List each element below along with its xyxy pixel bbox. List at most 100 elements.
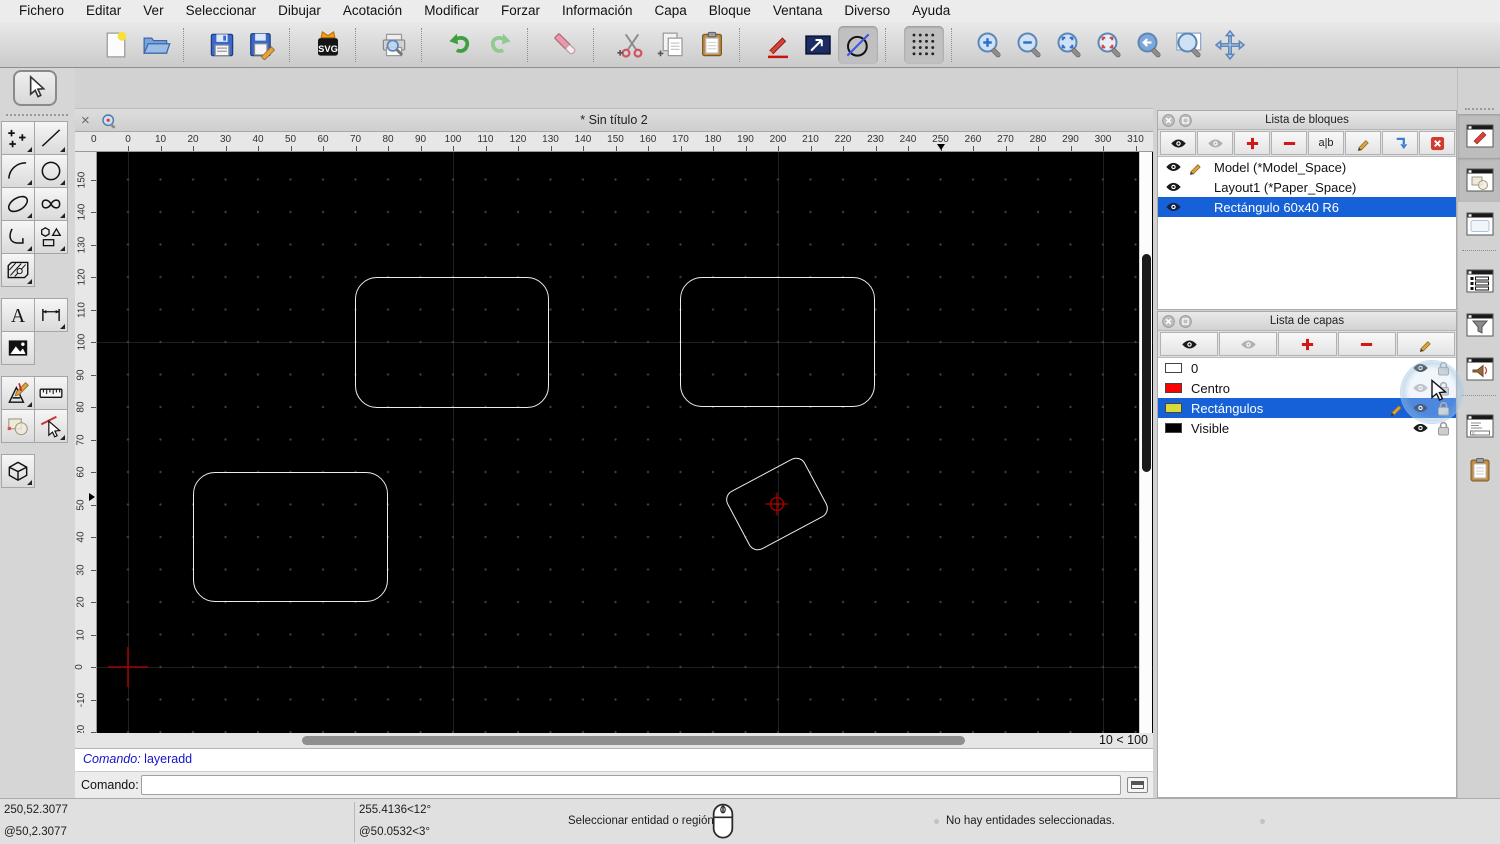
toolbar-button-svg-export[interactable]: SVG <box>308 26 348 64</box>
toolbar-button-zoom-out[interactable] <box>1010 26 1050 64</box>
add-layer-button[interactable] <box>1278 332 1337 356</box>
vertical-scrollbar-thumb[interactable] <box>1142 254 1151 472</box>
dock-toggle-speaker-window[interactable] <box>1458 347 1500 391</box>
menu-item-ver[interactable]: Ver <box>132 0 174 22</box>
entity-rounded-rectangle[interactable] <box>680 277 875 407</box>
command-input[interactable] <box>141 775 1121 795</box>
menu-item-ventana[interactable]: Ventana <box>762 0 834 22</box>
toolbar-button-grid-toggle[interactable] <box>904 25 944 64</box>
palette-tool-viewport-3d[interactable] <box>1 454 35 488</box>
palette-tool-polyline[interactable] <box>1 220 35 254</box>
dock-toggle-shapes-window[interactable] <box>1458 158 1500 202</box>
menu-item-seleccionar[interactable]: Seleccionar <box>175 0 268 22</box>
toolbar-button-zoom-in[interactable] <box>970 26 1010 64</box>
entity-rounded-rectangle[interactable] <box>193 472 388 602</box>
toolbar-button-pen-edit[interactable] <box>758 26 798 64</box>
palette-tool-text[interactable]: A <box>1 298 35 332</box>
menu-item-forzar[interactable]: Forzar <box>490 0 551 22</box>
layer-list-item[interactable]: Centro <box>1158 378 1456 398</box>
eye-icon[interactable] <box>1412 362 1429 375</box>
vertical-scrollbar[interactable] <box>1139 152 1152 733</box>
toolbar-button-new-document[interactable] <box>96 26 136 64</box>
palette-tool-points[interactable] <box>1 121 35 155</box>
eye-off-icon[interactable] <box>1412 382 1429 395</box>
toolbar-button-zoom-window[interactable] <box>1170 26 1210 64</box>
drawing-canvas[interactable] <box>97 152 1153 733</box>
menu-item-diverso[interactable]: Diverso <box>833 0 901 22</box>
layer-list-item[interactable]: Visible <box>1158 418 1456 438</box>
toolbar-button-zoom-previous[interactable] <box>1130 26 1170 64</box>
toolbar-button-save-as[interactable] <box>242 26 282 64</box>
selection-tool-button[interactable] <box>13 70 57 106</box>
menu-item-bloque[interactable]: Bloque <box>698 0 762 22</box>
command-options-button[interactable] <box>1127 777 1148 793</box>
layer-list-item[interactable]: Rectángulos <box>1158 398 1456 418</box>
dock-toggle-filter-window[interactable] <box>1458 303 1500 347</box>
lock-icon[interactable] <box>1437 421 1450 436</box>
menu-item-fichero[interactable]: Fichero <box>8 0 75 22</box>
lock-icon[interactable] <box>1437 401 1450 416</box>
block-list-item[interactable]: Rectángulo 60x40 R6 <box>1158 197 1456 217</box>
palette-tool-spline[interactable] <box>34 187 68 221</box>
horizontal-scrollbar-thumb[interactable] <box>302 736 965 745</box>
palette-tool-polygon[interactable] <box>34 220 68 254</box>
toolbar-button-selection-pointer[interactable] <box>798 26 838 64</box>
palette-tool-dimension[interactable] <box>34 298 68 332</box>
toolbar-button-open-file[interactable] <box>136 26 176 64</box>
menu-item-modificar[interactable]: Modificar <box>413 0 490 22</box>
dock-toggle-clipboard-window[interactable] <box>1458 448 1500 492</box>
dock-toggle-list-window[interactable] <box>1458 259 1500 303</box>
edit-block-button[interactable] <box>1345 131 1381 155</box>
menu-item-acotacion[interactable]: Acotación <box>332 0 413 22</box>
palette-tool-modify-tools[interactable] <box>1 376 35 410</box>
toolbar-button-paste[interactable] <box>692 26 732 64</box>
edit-layer-button[interactable] <box>1396 332 1456 356</box>
add-block-button[interactable] <box>1234 131 1270 155</box>
palette-tool-line[interactable] <box>34 121 68 155</box>
menu-item-editar[interactable]: Editar <box>75 0 132 22</box>
menu-item-capa[interactable]: Capa <box>644 0 698 22</box>
toolbar-button-copy[interactable] <box>652 26 692 64</box>
palette-tool-block-edit[interactable] <box>1 409 35 443</box>
block-list-item[interactable]: Model (*Model_Space) <box>1158 157 1456 177</box>
toolbar-button-draft-mode[interactable] <box>838 25 878 64</box>
palette-tool-image[interactable] <box>1 331 35 365</box>
toolbar-button-cut[interactable] <box>612 26 652 64</box>
palette-tool-ellipse[interactable] <box>1 187 35 221</box>
palette-tool-measure[interactable] <box>34 376 68 410</box>
rename-block-button[interactable]: a|b <box>1308 131 1344 155</box>
entity-rounded-rectangle[interactable] <box>355 277 549 408</box>
eye-icon[interactable] <box>1165 181 1182 194</box>
palette-tool-circle[interactable] <box>34 154 68 188</box>
insert-block-button[interactable] <box>1382 131 1418 155</box>
toolbar-button-print-preview[interactable] <box>374 26 414 64</box>
toolbar-button-zoom-selection[interactable] <box>1090 26 1130 64</box>
show-all-layers-button[interactable] <box>1160 332 1219 356</box>
layer-list-item[interactable]: 0 <box>1158 358 1456 378</box>
menu-item-ayuda[interactable]: Ayuda <box>901 0 961 22</box>
dock-toggle-pen-window[interactable] <box>1458 114 1500 158</box>
menu-item-informacion[interactable]: Información <box>551 0 644 22</box>
palette-tool-snap-pointer[interactable] <box>34 409 68 443</box>
dock-toggle-blank-window[interactable] <box>1458 202 1500 246</box>
toolbar-button-zoom-pan[interactable] <box>1210 26 1250 64</box>
remove-block-button[interactable] <box>1271 131 1307 155</box>
menu-item-dibujar[interactable]: Dibujar <box>267 0 332 22</box>
lock-icon[interactable] <box>1437 381 1450 396</box>
horizontal-scrollbar[interactable]: 10 < 100 <box>75 733 1153 748</box>
palette-tool-hatch[interactable] <box>1 253 35 287</box>
lock-icon[interactable] <box>1437 361 1450 376</box>
eye-icon[interactable] <box>1165 161 1182 174</box>
hide-all-layers-button[interactable] <box>1219 332 1278 356</box>
palette-drag-handle[interactable] <box>6 114 68 119</box>
block-list-item[interactable]: Layout1 (*Paper_Space) <box>1158 177 1456 197</box>
toolbar-button-save[interactable] <box>202 26 242 64</box>
dock-drag-handle[interactable] <box>1465 108 1494 110</box>
remove-layer-button[interactable] <box>1337 332 1396 356</box>
toolbar-button-delete[interactable] <box>546 26 586 64</box>
eye-icon[interactable] <box>1412 422 1429 435</box>
palette-tool-arc[interactable] <box>1 154 35 188</box>
dock-toggle-command-window[interactable]: C: <box>1458 404 1500 448</box>
toolbar-button-redo[interactable] <box>480 26 520 64</box>
eye-icon[interactable] <box>1165 201 1182 214</box>
